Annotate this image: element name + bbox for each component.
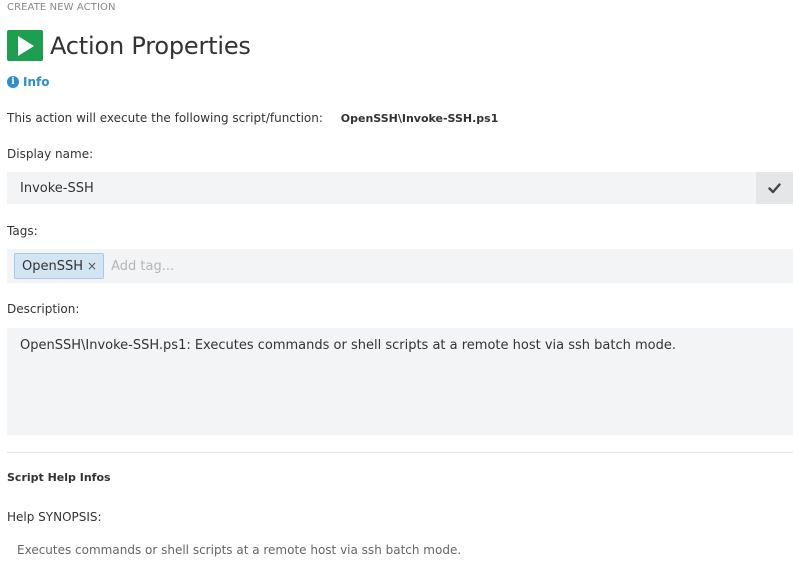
info-circle-icon: i	[7, 76, 19, 88]
tag-remove-icon[interactable]: ×	[87, 259, 97, 273]
page-title: Action Properties	[50, 31, 251, 60]
section-divider	[7, 452, 793, 453]
description-label: Description:	[7, 302, 80, 316]
info-link-label: Info	[23, 75, 50, 89]
display-name-label: Display name:	[7, 147, 94, 161]
help-synopsis-text: Executes commands or shell scripts at a …	[17, 543, 462, 557]
help-synopsis-label: Help SYNOPSIS:	[7, 510, 102, 524]
tag-chip-label: OpenSSH	[22, 258, 84, 274]
breadcrumb: CREATE NEW ACTION	[7, 2, 116, 13]
play-icon	[7, 30, 43, 61]
description-textarea[interactable]: OpenSSH\Invoke-SSH.ps1: Executes command…	[7, 328, 793, 435]
script-info-row: This action will execute the following s…	[7, 111, 498, 125]
add-tag-input[interactable]	[109, 257, 414, 275]
script-name: OpenSSH\Invoke-SSH.ps1	[340, 112, 499, 125]
tag-chip: OpenSSH ×	[14, 253, 105, 279]
tags-label: Tags:	[7, 224, 38, 238]
display-name-input[interactable]	[7, 172, 756, 204]
script-help-heading: Script Help Infos	[7, 471, 111, 484]
tags-field[interactable]: OpenSSH ×	[7, 249, 793, 283]
display-name-field-group	[7, 172, 793, 204]
page-header: Action Properties	[7, 30, 251, 61]
script-prefix-text: This action will execute the following s…	[7, 111, 323, 125]
checkmark-icon	[768, 179, 781, 198]
info-link[interactable]: i Info	[7, 75, 49, 89]
confirm-display-name-button[interactable]	[756, 172, 793, 204]
